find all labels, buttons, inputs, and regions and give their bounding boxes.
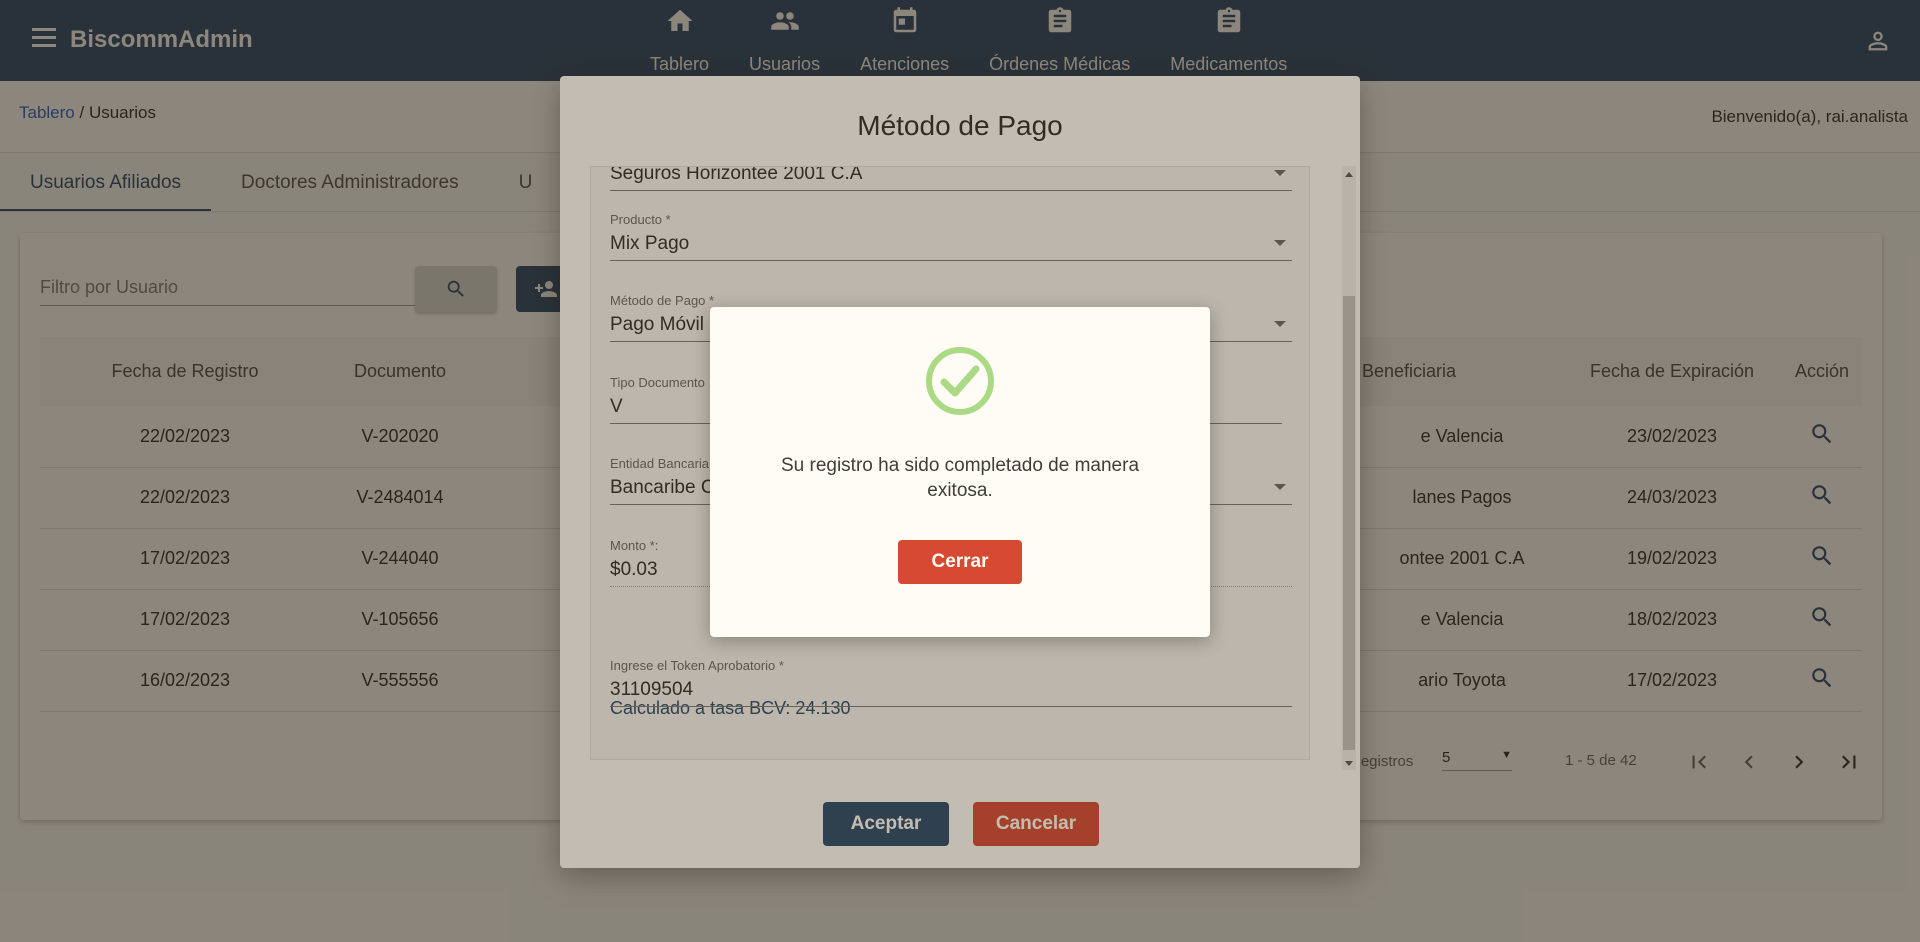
success-message: Su registro ha sido completado de manera… bbox=[780, 455, 1140, 501]
close-button[interactable]: Cerrar bbox=[898, 540, 1022, 584]
success-alert: Su registro ha sido completado de manera… bbox=[710, 307, 1210, 637]
success-check-icon bbox=[926, 347, 994, 415]
